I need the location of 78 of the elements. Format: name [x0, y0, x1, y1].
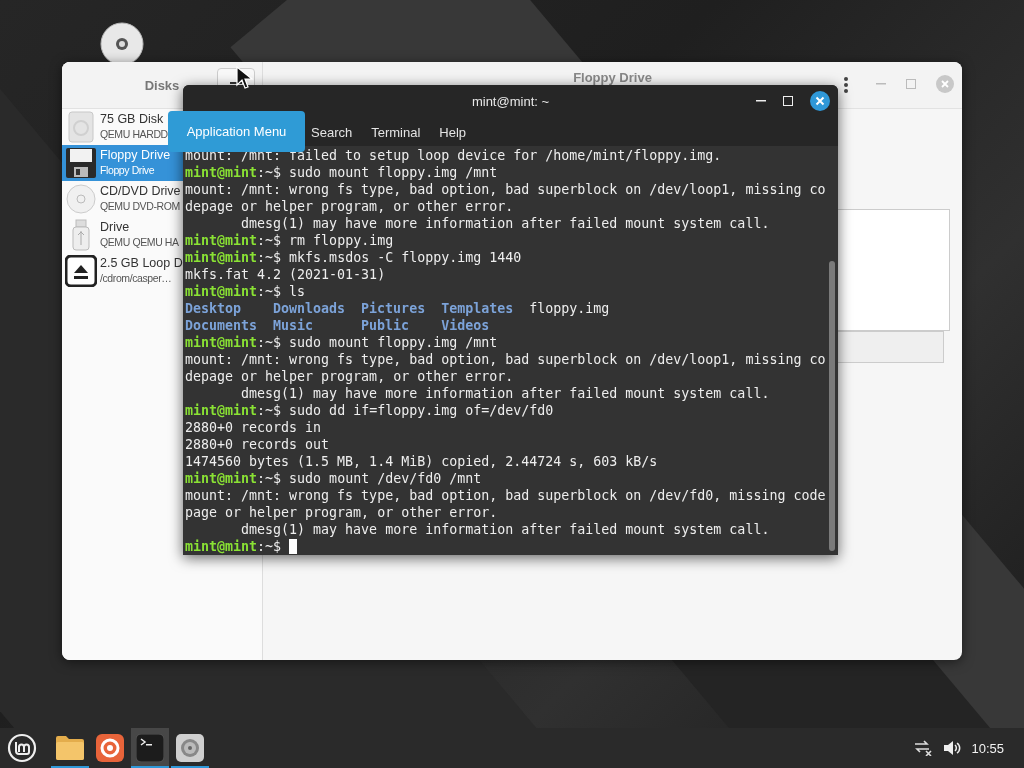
terminal-output: mount: /mnt: wrong fs type, bad option, bad superblock on /dev/loop1, missing co	[185, 181, 827, 198]
terminal-output: mkfs.fat 4.2 (2021-01-31)	[185, 266, 387, 283]
terminal-output: 2880+0 records in	[185, 419, 323, 436]
device-item[interactable]: Drive QEMU QEMU HA	[62, 217, 183, 253]
disk-utility-icon	[176, 734, 204, 762]
prompt-path: :~$	[257, 284, 282, 299]
prompt-user: mint@mint	[185, 284, 258, 299]
directory-name: Music	[273, 317, 315, 334]
folder-icon	[55, 735, 85, 761]
terminal-output: dmesg(1) may have more information after failed mount system call.	[240, 521, 771, 538]
prompt-path: :~$	[257, 165, 282, 180]
network-disconnected-icon[interactable]	[913, 740, 934, 756]
prompt-path: :~$	[257, 539, 282, 554]
menu-item[interactable]: Terminal	[371, 124, 421, 140]
device-detail: QEMU DVD-ROM	[100, 199, 181, 214]
device-name: 2.5 GB Loop D	[100, 256, 183, 271]
terminal-command: mkfs.msdos -C floppy.img 1440	[289, 250, 522, 265]
directory-name: Templates	[441, 300, 515, 317]
volume-icon[interactable]	[943, 740, 962, 756]
prompt-path: :~$	[257, 471, 282, 486]
prompt-path: :~$	[257, 403, 282, 418]
terminal-output: depage or helper program, or other error.	[185, 368, 515, 385]
prompt-user: mint@mint	[185, 539, 258, 554]
directory-name: Videos	[441, 317, 491, 334]
sidebar-title: Disks	[144, 77, 180, 93]
terminal-output: mount: /mnt: wrong fs type, bad option, bad superblock on /dev/fd0, missing code	[185, 487, 827, 504]
tooltip: Application Menu	[168, 111, 305, 152]
terminal-command: sudo dd if=floppy.img of=/dev/fd0	[289, 403, 554, 418]
terminal-output: dmesg(1) may have more information after failed mount system call.	[240, 215, 771, 232]
device-item[interactable]: CD/DVD Drive QEMU DVD-ROM	[62, 181, 183, 217]
device-detail: /cdrom/casper…	[100, 271, 173, 286]
window-title: Floppy Drive	[573, 70, 652, 85]
menu-icon[interactable]	[844, 77, 848, 93]
terminal-command: rm floppy.img	[289, 233, 394, 248]
directory-name: Downloads	[273, 300, 347, 317]
terminal-output: mount: /mnt: wrong fs type, bad option, bad superblock on /dev/loop1, missing co	[185, 351, 827, 368]
menu-item[interactable]: Help	[439, 124, 467, 140]
terminal-icon	[136, 734, 164, 762]
prompt-user: mint@mint	[185, 165, 258, 180]
device-name: 75 GB Disk	[100, 112, 165, 127]
prompt-user: mint@mint	[185, 335, 258, 350]
mint-logo-icon[interactable]	[7, 733, 37, 763]
device-detail: Floppy Drive	[100, 163, 156, 178]
prompt-path: :~$	[257, 233, 282, 248]
prompt-user: mint@mint	[185, 233, 258, 248]
minimize-icon[interactable]	[756, 100, 766, 102]
prompt-user: mint@mint	[185, 471, 258, 486]
directory-name: Desktop	[185, 300, 243, 317]
window-title: mint@mint: ~	[471, 94, 550, 109]
prompt-path: :~$	[257, 335, 282, 350]
terminal-output: 2880+0 records out	[185, 436, 331, 453]
device-name: CD/DVD Drive	[100, 184, 181, 199]
directory-name: Documents	[185, 317, 259, 334]
prompt-user: mint@mint	[185, 250, 258, 265]
terminal-output: depage or helper program, or other error.	[185, 198, 515, 215]
device-detail: QEMU QEMU HA	[100, 235, 179, 250]
file-name: floppy.img	[529, 300, 611, 317]
terminal-output: dmesg(1) may have more information after failed mount system call.	[240, 385, 771, 402]
prompt-path: :~$	[257, 250, 282, 265]
directory-name: Public	[361, 317, 411, 334]
directory-name: Pictures	[361, 300, 427, 317]
terminal-command: sudo mount floppy.img /mnt	[289, 165, 498, 180]
device-name: Floppy Drive	[100, 148, 171, 163]
terminal-output: page or helper program, or other error.	[185, 504, 499, 521]
device-name: Drive	[100, 220, 131, 235]
eject-icon	[65, 255, 97, 287]
terminal-command: ls	[289, 284, 306, 299]
optical-disc-icon	[65, 183, 97, 215]
prompt-user: mint@mint	[185, 403, 258, 418]
device-detail: QEMU HARDD	[100, 127, 168, 142]
close-icon[interactable]	[810, 91, 830, 111]
clock[interactable]: 10:55	[971, 740, 1004, 756]
terminal-output: 1474560 bytes (1.5 MB, 1.4 MiB) copied, 2.44724 s, 603 kB/s	[185, 453, 659, 470]
device-item[interactable]: 2.5 GB Loop D /cdrom/casper…	[62, 253, 183, 289]
terminal-command: sudo mount floppy.img /mnt	[289, 335, 498, 350]
terminal-command: sudo mount /dev/fd0 /mnt	[289, 471, 482, 486]
menu-item[interactable]: Search	[311, 124, 353, 140]
browser-icon	[96, 734, 124, 762]
